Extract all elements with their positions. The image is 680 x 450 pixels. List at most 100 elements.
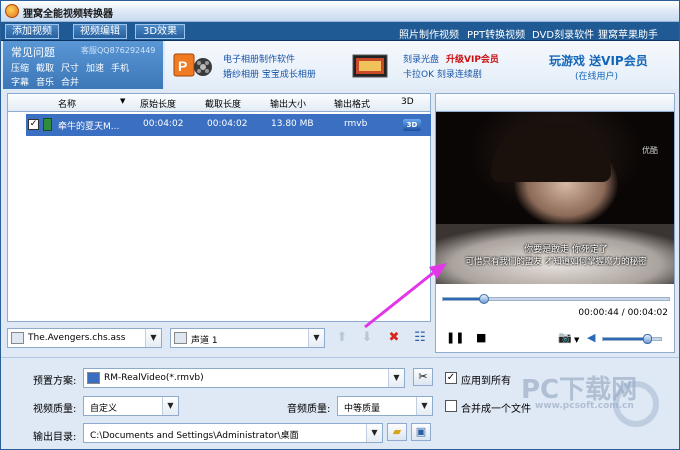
video-file-icon [43, 118, 52, 131]
video-subtitle-line2: 可惜只有我们的盟友 才知道如何掌握魔力的秘密 [465, 257, 647, 267]
chevron-down-icon[interactable]: ▼ [416, 397, 432, 415]
chevron-down-icon[interactable]: ▼ [308, 329, 324, 347]
faq-link-cut[interactable]: 截取 [36, 61, 54, 74]
video-preview[interactable]: 优酷 你要是敢走 你死定了 可惜只有我们的盟友 才知道如何掌握魔力的秘密 [435, 112, 675, 284]
video-scene-hair [491, 122, 611, 182]
3d-badge-icon[interactable]: 3D [403, 119, 421, 131]
chevron-down-icon[interactable]: ▼ [366, 424, 382, 442]
stop-icon[interactable]: ■ [476, 332, 486, 344]
audio-track-icon [174, 332, 187, 344]
ad-banner: P 电子相册制作软件 婚纱相册 宝宝成长相册 刻录光盘 升级VIP会员 卡拉OK… [165, 41, 679, 89]
open-folder-icon[interactable]: ▣ [411, 423, 431, 441]
video-quality-label: 视频质量: [33, 404, 77, 415]
ad-upgrade-vip[interactable]: 升级VIP会员 [446, 52, 499, 65]
output-dir-label: 输出目录: [33, 432, 77, 443]
audio-track-value: 声道 1 [191, 336, 218, 346]
faq-link-size[interactable]: 尺寸 [61, 61, 79, 74]
3d-effect-button[interactable]: 3D效果 [135, 24, 185, 39]
move-down-icon[interactable]: ⬇ [358, 329, 376, 347]
volume-handle[interactable] [642, 334, 652, 344]
faq-panel: 常见问题 客服QQ876292449 压缩 截取 尺寸 加速 手机 字幕 音乐 … [3, 41, 163, 89]
col-output-format[interactable]: 输出格式 [334, 97, 370, 110]
promo-online-users: (在线用户) [575, 72, 619, 82]
apple-helper-link[interactable]: 狸窝苹果助手 [598, 26, 658, 41]
ad-burn-disc[interactable]: 刻录光盘 [403, 52, 439, 65]
col-output-size[interactable]: 输出大小 [270, 97, 306, 110]
row-format: rmvb [344, 119, 368, 129]
col-original-length[interactable]: 原始长度 [140, 97, 176, 110]
apply-all-label[interactable]: 应用到所有 [461, 372, 511, 387]
audio-quality-select[interactable]: 中等质量 ▼ [337, 396, 433, 416]
video-quality-select[interactable]: 自定义 ▼ [83, 396, 179, 416]
preset-settings-icon[interactable]: ✂ [413, 368, 433, 386]
camera-icon[interactable]: 📷 [558, 332, 572, 344]
browse-folder-icon[interactable]: ▰ [387, 423, 407, 441]
row-cut-length: 00:04:02 [207, 119, 248, 129]
chevron-down-icon[interactable]: ▼ [574, 334, 579, 346]
volume-icon[interactable]: ◀ [587, 332, 595, 344]
col-name[interactable]: 名称 [58, 97, 76, 110]
dvd-burn-link[interactable]: DVD刻录软件 [532, 26, 594, 41]
chevron-down-icon[interactable]: ▼ [162, 397, 178, 415]
preview-header [435, 93, 675, 112]
output-dir-select[interactable]: C:\Documents and Settings\Administrator\… [83, 423, 383, 443]
dvd-burn-icon[interactable] [351, 51, 391, 81]
output-dir-value: C:\Documents and Settings\Administrator\… [90, 431, 299, 441]
ppt-to-video-link[interactable]: PPT转换视频 [467, 26, 525, 41]
col-cut-length[interactable]: 截取长度 [205, 97, 241, 110]
table-row[interactable]: ✓ 牵牛的夏天M... 00:04:02 00:04:02 13.80 MB r… [26, 114, 431, 136]
merge-checkbox[interactable] [445, 400, 457, 412]
chevron-down-icon[interactable]: ▼ [145, 329, 161, 347]
subtitle-select-value: The.Avengers.chs.ass [28, 333, 126, 343]
chevron-down-icon[interactable]: ▼ [388, 369, 404, 387]
ad-karaoke[interactable]: 卡拉OK 刻录连续剧 [403, 67, 482, 80]
seek-bar[interactable] [442, 294, 670, 304]
support-qq[interactable]: 客服QQ876292449 [81, 45, 155, 56]
pause-icon[interactable]: ❚❚ [446, 332, 464, 344]
row-output-size: 13.80 MB [271, 119, 314, 129]
apply-all-checkbox[interactable]: ✓ [445, 372, 457, 384]
seek-progress [443, 298, 484, 300]
volume-level [603, 338, 647, 340]
faq-link-music[interactable]: 音乐 [36, 75, 54, 88]
promo-game-vip[interactable]: 玩游戏 送VIP会员 [549, 52, 648, 69]
subtitle-file-icon [11, 332, 24, 344]
col-3d[interactable]: 3D [401, 97, 414, 107]
preset-value: RM-RealVideo(*.rmvb) [104, 373, 204, 383]
add-video-button[interactable]: 添加视频 [5, 24, 59, 39]
faq-link-subtitle[interactable]: 字幕 [11, 75, 29, 88]
subtitle-audio-bar: The.Avengers.chs.ass ▼ 声道 1 ▼ ⬆ ⬇ ✖ ☷ [7, 327, 431, 349]
faq-link-merge[interactable]: 合并 [61, 75, 79, 88]
svg-text:P: P [178, 58, 187, 74]
ad-wedding-album[interactable]: 婚纱相册 宝宝成长相册 [223, 67, 316, 80]
col-sort-arrow-icon[interactable]: ▼ [120, 97, 125, 105]
photo-to-video-link[interactable]: 照片制作视频 [399, 26, 459, 41]
faq-title[interactable]: 常见问题 [11, 44, 55, 60]
faq-link-speed[interactable]: 加速 [86, 61, 104, 74]
volume-slider[interactable] [602, 334, 662, 344]
list-clear-icon[interactable]: ☷ [411, 329, 429, 347]
file-list: ✓ 牵牛的夏天M... 00:04:02 00:04:02 13.80 MB r… [7, 112, 431, 322]
ppt-album-icon[interactable]: P [173, 51, 213, 81]
subtitle-select[interactable]: The.Avengers.chs.ass ▼ [7, 328, 162, 348]
player-controls: 00:00:44 / 00:04:02 ❚❚ ■ 📷 ▼ ◀ [435, 284, 675, 353]
faq-link-phone[interactable]: 手机 [111, 61, 129, 74]
preset-label: 预置方案: [33, 376, 77, 387]
row-original-length: 00:04:02 [143, 119, 184, 129]
file-table-header: 名称 ▼ 原始长度 截取长度 输出大小 输出格式 3D [7, 93, 431, 112]
row-checkbox[interactable]: ✓ [28, 119, 39, 130]
faq-link-compress[interactable]: 压缩 [11, 61, 29, 74]
video-quality-value: 自定义 [90, 404, 118, 414]
delete-icon[interactable]: ✖ [385, 329, 403, 347]
title-bar: 狸窝全能视频转换器 [1, 1, 679, 22]
audio-quality-label: 音频质量: [287, 404, 331, 415]
time-display: 00:00:44 / 00:04:02 [578, 308, 668, 318]
audio-track-select[interactable]: 声道 1 ▼ [170, 328, 325, 348]
preset-select[interactable]: RM-RealVideo(*.rmvb) ▼ [83, 368, 405, 388]
app-logo-icon [5, 4, 19, 18]
ad-album-software[interactable]: 电子相册制作软件 [223, 52, 295, 65]
edit-video-button[interactable]: 视频编辑 [73, 24, 127, 39]
move-up-icon[interactable]: ⬆ [333, 329, 351, 347]
row-file-name: 牵牛的夏天M... [58, 122, 120, 132]
seek-handle[interactable] [478, 294, 489, 304]
